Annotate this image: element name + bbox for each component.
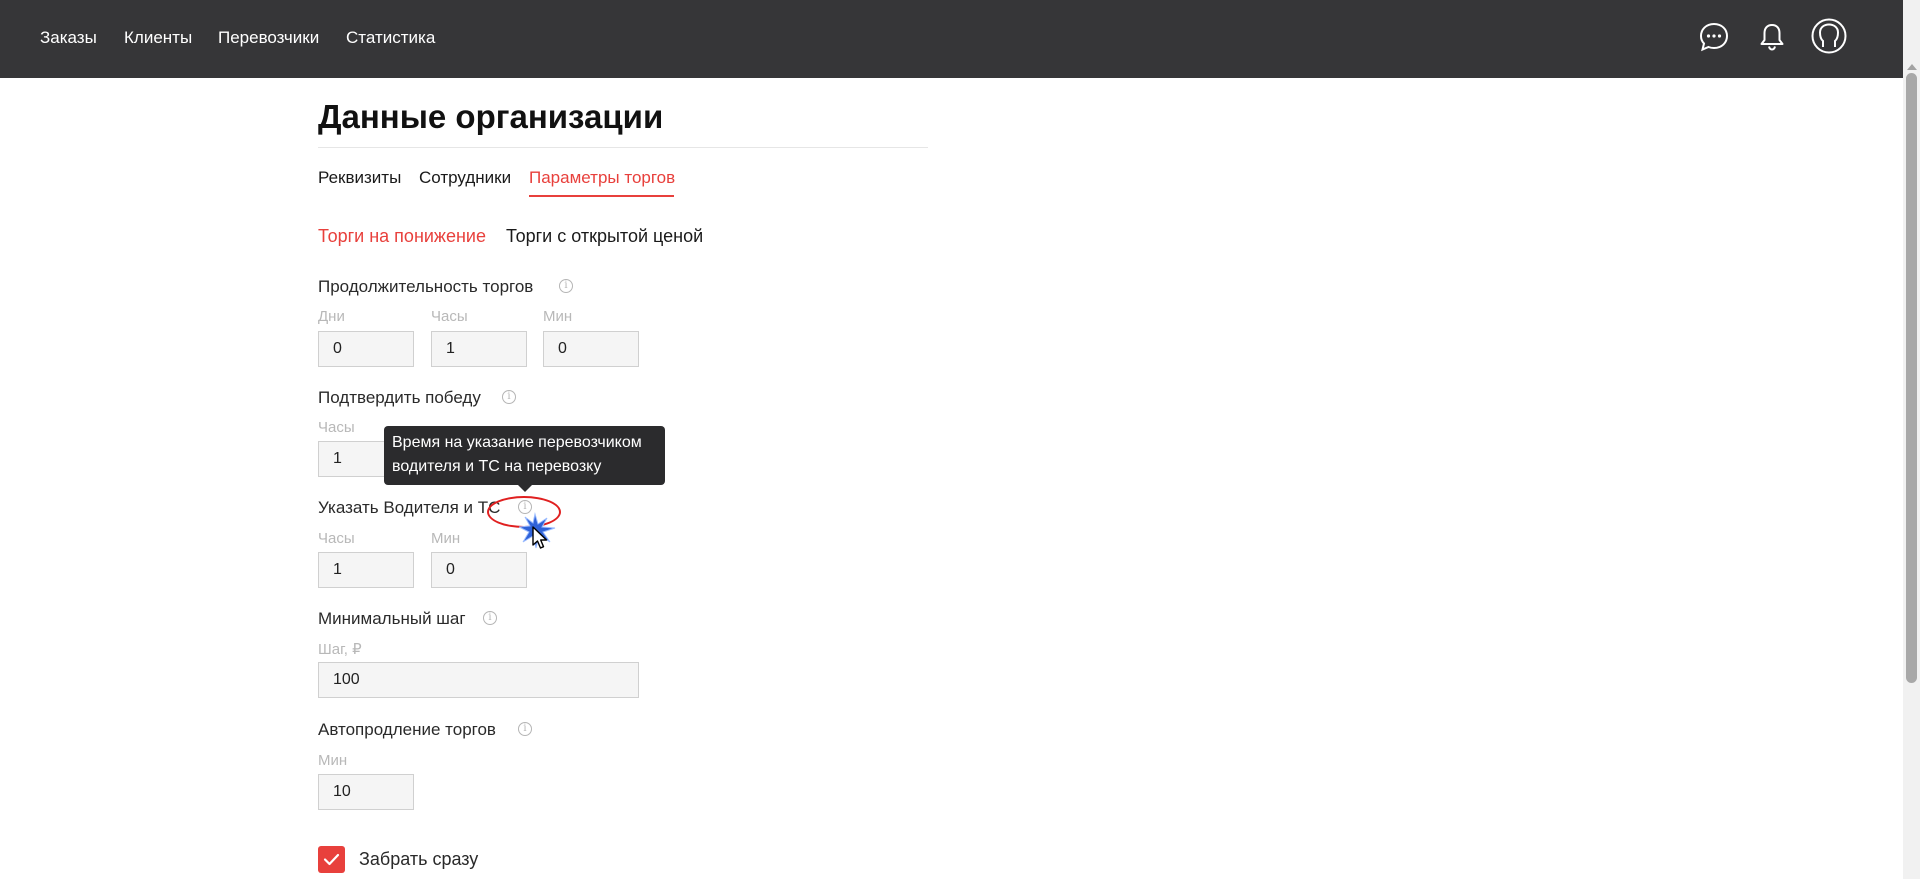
duration-minutes-label: Мин (543, 308, 573, 325)
nav-item-orders[interactable]: Заказы (40, 28, 97, 48)
tab-auction-params[interactable]: Параметры торгов (529, 168, 675, 188)
confirm-win-section-label: Подтвердить победу (318, 388, 481, 407)
auto-extend-minutes-input[interactable]: 10 (318, 774, 414, 810)
title-divider (318, 147, 928, 148)
top-navigation-bar: Заказы Клиенты Перевозчики Статистика (0, 0, 1903, 78)
page-title: Данные организации (318, 98, 664, 135)
tooltip-line-2: водителя и ТС на перевозку (392, 458, 602, 475)
driver-vehicle-hours-input[interactable]: 1 (318, 552, 414, 588)
take-immediately-checkbox[interactable] (318, 846, 345, 873)
confirm-win-hours-label: Часы (318, 419, 355, 436)
min-step-label: Шаг, ₽ (318, 641, 362, 658)
nav-item-clients[interactable]: Клиенты (124, 28, 192, 48)
duration-hours-input[interactable]: 1 (431, 331, 527, 367)
min-step-section-label: Минимальный шаг (318, 609, 466, 628)
duration-days-input[interactable]: 0 (318, 331, 414, 367)
auto-extend-minutes-label: Мин (318, 752, 348, 769)
active-tab-underline (529, 195, 674, 197)
chat-icon[interactable] (1696, 19, 1732, 55)
min-step-input[interactable]: 100 (318, 662, 639, 698)
driver-vehicle-minutes-label: Мин (431, 530, 461, 547)
duration-hours-label: Часы (431, 308, 468, 325)
driver-vehicle-hours-label: Часы (318, 530, 355, 547)
nav-item-statistics[interactable]: Статистика (346, 28, 435, 48)
duration-days-label: Дни (318, 308, 345, 325)
subtab-descending-auction[interactable]: Торги на понижение (318, 226, 486, 247)
tab-employees[interactable]: Сотрудники (419, 168, 511, 188)
bell-icon[interactable] (1754, 19, 1790, 55)
driver-vehicle-minutes-input[interactable]: 0 (431, 552, 527, 588)
scroll-up-arrow-icon[interactable] (1907, 64, 1917, 70)
tab-requisites[interactable]: Реквизиты (318, 168, 401, 188)
take-immediately-label[interactable]: Забрать сразу (359, 849, 478, 870)
duration-minutes-input[interactable]: 0 (543, 331, 639, 367)
tooltip-arrow (518, 485, 532, 492)
subtab-open-price-auction[interactable]: Торги с открытой ценой (506, 226, 703, 247)
tooltip: Время на указание перевозчиком водителя … (384, 426, 665, 485)
tooltip-line-1: Время на указание перевозчиком (392, 434, 642, 451)
mouse-cursor-icon (532, 526, 548, 549)
duration-section-label: Продолжительность торгов (318, 277, 534, 296)
auto-extend-info-icon[interactable]: i (518, 722, 532, 736)
driver-vehicle-section-label: Указать Водителя и ТС (318, 498, 501, 517)
checkmark-icon (323, 853, 340, 866)
nav-item-carriers[interactable]: Перевозчики (218, 28, 319, 48)
user-icon[interactable] (1810, 17, 1848, 55)
duration-info-icon[interactable]: i (559, 279, 573, 293)
confirm-win-info-icon[interactable]: i (502, 390, 516, 404)
scrollbar-thumb[interactable] (1906, 73, 1917, 683)
min-step-info-icon[interactable]: i (483, 611, 497, 625)
auto-extend-section-label: Автопродление торгов (318, 720, 496, 739)
